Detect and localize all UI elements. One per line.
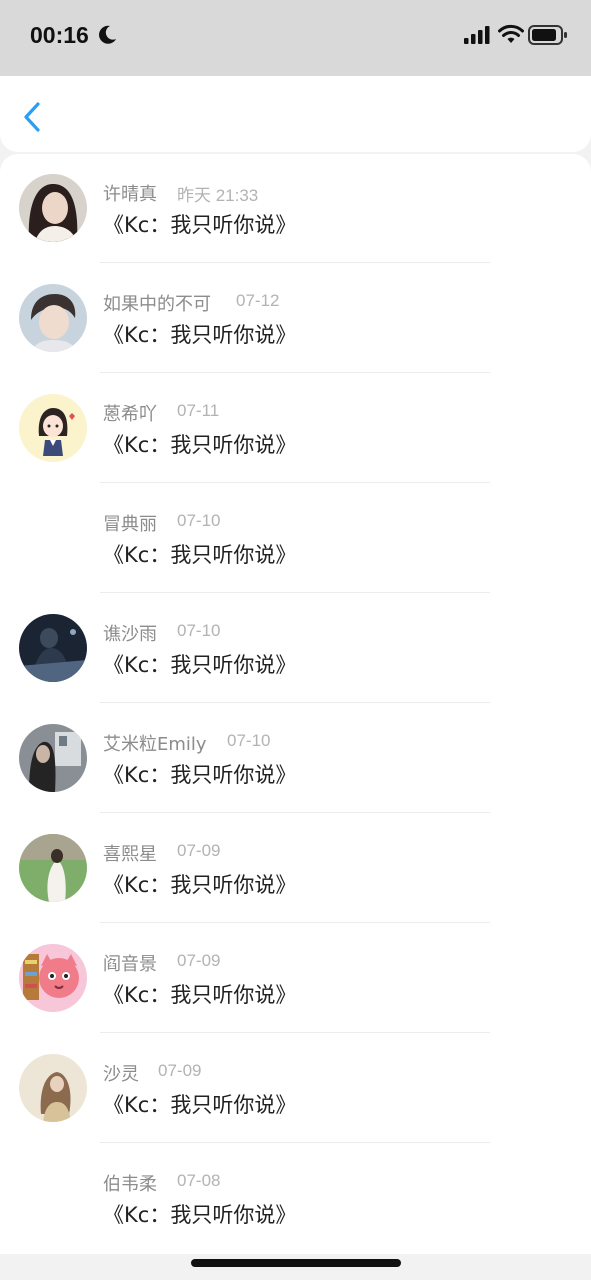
avatar[interactable]	[19, 394, 87, 462]
moon-icon	[99, 25, 116, 44]
list-item[interactable]: 蒽希吖 07-11 《Kc：我只听你说》	[0, 374, 591, 484]
divider	[100, 812, 490, 813]
wifi-icon	[498, 24, 524, 43]
item-date: 07-08	[177, 1171, 221, 1190]
list-item[interactable]: 喜熙星 07-09 《Kc：我只听你说》	[0, 814, 591, 924]
item-message: 《Kc：我只听你说》	[103, 983, 297, 1007]
avatar[interactable]	[19, 1054, 87, 1122]
divider	[100, 482, 490, 483]
item-message: 《Kc：我只听你说》	[103, 543, 297, 567]
chevron-left-icon[interactable]	[18, 100, 48, 134]
item-date: 07-10	[177, 621, 221, 640]
avatar[interactable]	[19, 724, 87, 792]
status-bar: 00:16	[0, 0, 591, 76]
item-date: 07-11	[177, 401, 220, 420]
avatar[interactable]	[19, 944, 87, 1012]
item-name: 沙灵	[103, 1064, 139, 1085]
item-date: 07-10	[177, 511, 221, 530]
list-item[interactable]: 阎音景 07-09 《Kc：我只听你说》	[0, 924, 591, 1034]
list-item[interactable]: 伯韦柔 07-08 《Kc：我只听你说》	[0, 1144, 591, 1254]
item-date: 07-09	[177, 951, 221, 970]
item-date: 07-12	[236, 291, 280, 310]
avatar[interactable]	[19, 284, 87, 352]
item-message: 《Kc：我只听你说》	[103, 653, 297, 677]
item-name: 伯韦柔	[103, 1174, 157, 1195]
divider	[100, 372, 490, 373]
divider	[100, 1032, 490, 1033]
item-name: 喜熙星	[103, 844, 157, 865]
list-item[interactable]: 艾米粒Emily 07-10 《Kc：我只听你说》	[0, 704, 591, 814]
item-message: 《Kc：我只听你说》	[103, 213, 297, 237]
list-item[interactable]: 如果中的不可 07-12 《Kc：我只听你说》	[0, 264, 591, 374]
item-message: 《Kc：我只听你说》	[103, 433, 297, 457]
nav-bar	[0, 76, 591, 152]
divider	[100, 262, 490, 263]
item-date: 07-10	[227, 731, 271, 750]
home-indicator[interactable]	[191, 1259, 401, 1267]
divider	[100, 922, 490, 923]
list-item[interactable]: 冒典丽 07-10 《Kc：我只听你说》	[0, 484, 591, 594]
divider	[100, 702, 490, 703]
divider	[100, 592, 490, 593]
item-message: 《Kc：我只听你说》	[103, 1203, 297, 1227]
item-name: 蒽希吖	[103, 404, 157, 425]
battery-icon	[528, 25, 567, 45]
status-time: 00:16	[30, 22, 89, 48]
item-date: 07-09	[158, 1061, 202, 1080]
item-name: 如果中的不可	[103, 294, 211, 315]
avatar[interactable]	[19, 614, 87, 682]
item-message: 《Kc：我只听你说》	[103, 323, 297, 347]
item-date: 07-09	[177, 841, 221, 860]
item-message: 《Kc：我只听你说》	[103, 873, 297, 897]
item-message: 《Kc：我只听你说》	[103, 1093, 297, 1117]
list-item[interactable]: 许晴真 昨天 21:33 《Kc：我只听你说》	[0, 154, 591, 264]
home-indicator-area	[0, 1254, 591, 1280]
list-item[interactable]: 谯沙雨 07-10 《Kc：我只听你说》	[0, 594, 591, 704]
list-item[interactable]: 沙灵 07-09 《Kc：我只听你说》	[0, 1034, 591, 1144]
divider	[100, 1142, 490, 1143]
item-name: 许晴真	[103, 184, 157, 205]
cellular-signal-icon	[464, 26, 490, 44]
item-name: 艾米粒Emily	[103, 734, 207, 755]
message-list: 许晴真 昨天 21:33 《Kc：我只听你说》 如果中的不可 07-12 《Kc…	[0, 154, 591, 1254]
item-name: 谯沙雨	[103, 624, 157, 645]
item-name: 阎音景	[103, 954, 157, 975]
item-message: 《Kc：我只听你说》	[103, 763, 297, 787]
item-date: 昨天 21:33	[177, 186, 259, 205]
avatar[interactable]	[19, 834, 87, 902]
item-name: 冒典丽	[103, 514, 157, 535]
avatar[interactable]	[19, 174, 87, 242]
